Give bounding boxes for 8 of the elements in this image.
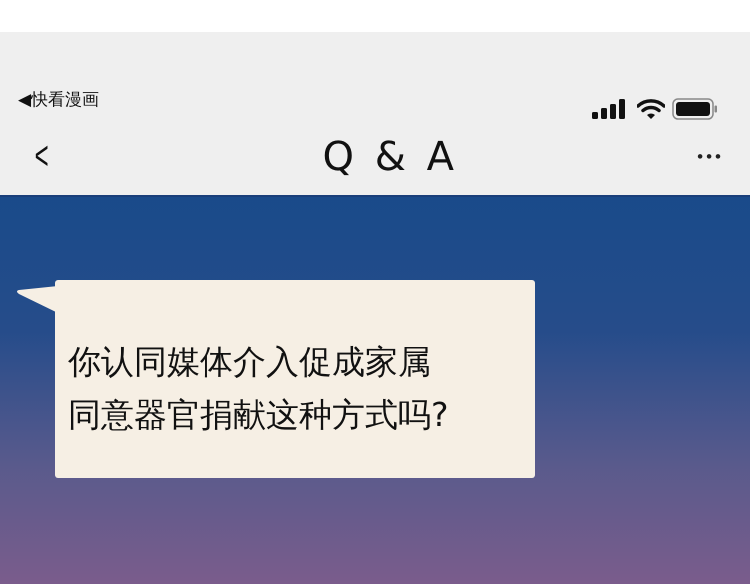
battery-icon [672,98,718,120]
page-title: Q & A [322,134,456,180]
question-text: 你认同媒体介入促成家属 同意器官捐献这种方式吗? [68,341,449,436]
more-button[interactable]: ••• [697,146,724,166]
back-to-app-link[interactable]: ◀快看漫画 [18,90,100,110]
signal-icon [592,99,628,119]
back-button[interactable]: < [32,134,52,179]
wifi-icon [637,99,665,119]
